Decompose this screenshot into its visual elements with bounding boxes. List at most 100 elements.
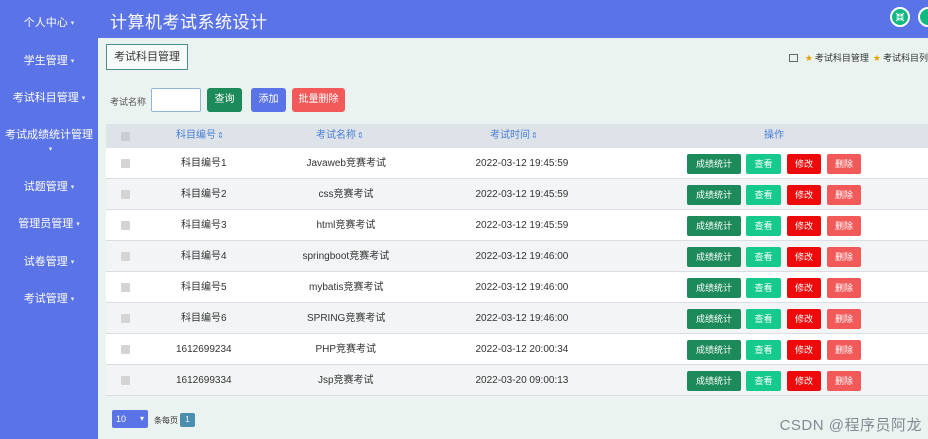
sidebar-item-questions[interactable]: 试题管理 ▾: [0, 180, 98, 195]
edit-button[interactable]: 修改: [787, 340, 821, 360]
view-button[interactable]: 查看: [746, 185, 781, 205]
column-header-time[interactable]: 考试时间⇕: [490, 124, 538, 148]
sort-icon: ⇕: [357, 131, 364, 140]
select-all-checkbox[interactable]: [121, 132, 130, 141]
view-button[interactable]: 查看: [746, 247, 781, 267]
cell-code: 科目编号6: [181, 313, 227, 324]
row-checkbox[interactable]: [121, 221, 130, 230]
cell-name: Jsp竞赛考试: [318, 375, 374, 386]
sidebar-item-papers[interactable]: 试卷管理 ▾: [0, 255, 98, 270]
delete-button[interactable]: 删除: [827, 340, 861, 360]
view-button[interactable]: 查看: [746, 371, 781, 391]
view-button[interactable]: 查看: [746, 309, 781, 329]
sidebar-item-scores[interactable]: 考试成绩统计管理 ▾: [0, 128, 98, 157]
column-header-code[interactable]: 科目编号⇕: [176, 124, 224, 148]
table-row: 科目编号3 html竞赛考试 2022-03-12 19:45:59 成绩统计 查看 修改…: [106, 210, 928, 241]
watermark: CSDN @程序员阿龙: [779, 417, 922, 434]
breadcrumb-item[interactable]: 考试科目管理: [815, 53, 869, 63]
home-icon[interactable]: [788, 54, 798, 62]
breadcrumb-item[interactable]: 考试科目列: [883, 53, 928, 63]
page-size-select[interactable]: 10 ▾: [112, 410, 148, 428]
cell-time: 2022-03-12 19:45:59: [475, 220, 569, 231]
stats-button[interactable]: 成绩统计: [687, 247, 741, 267]
cell-name: css竞赛考试: [318, 189, 374, 200]
stats-button[interactable]: 成绩统计: [687, 340, 741, 360]
view-button[interactable]: 查看: [746, 278, 781, 298]
cell-code: 科目编号2: [181, 189, 227, 200]
sidebar-item-label: 考试管理: [23, 293, 68, 305]
delete-button[interactable]: 删除: [827, 278, 861, 298]
chevron-down-icon: ▾: [48, 146, 53, 153]
query-button[interactable]: 查询: [207, 88, 242, 112]
user-icon[interactable]: [918, 7, 928, 27]
stats-button[interactable]: 成绩统计: [687, 371, 741, 391]
sort-icon: ⇕: [531, 131, 538, 140]
row-checkbox[interactable]: [121, 190, 130, 199]
cell-time: 2022-03-12 19:45:59: [475, 189, 569, 200]
sidebar-item-students[interactable]: 学生管理 ▾: [0, 54, 98, 69]
cell-time: 2022-03-12 19:45:59: [475, 158, 569, 169]
chevron-down-icon: ▾: [70, 20, 75, 27]
cell-code: 1612699334: [176, 375, 232, 386]
sidebar-item-profile[interactable]: 个人中心 ▾: [0, 16, 98, 31]
cell-name: PHP竞赛考试: [315, 344, 377, 355]
search-label: 考试名称: [110, 97, 147, 107]
main-content: 考试科目管理 ★ 考试科目管理 ★ 考试科目列 考试名称 查询 添加 批量删除 科目编…: [98, 38, 928, 439]
shrink-arrows-icon[interactable]: [890, 7, 910, 27]
view-button[interactable]: 查看: [746, 216, 781, 236]
row-checkbox[interactable]: [121, 376, 130, 385]
chevron-down-icon: ▾: [76, 221, 80, 228]
table-row: 科目编号2 css竞赛考试 2022-03-12 19:45:59 成绩统计 查看 修改删…: [106, 179, 928, 210]
delete-button[interactable]: 删除: [827, 247, 861, 267]
sidebar-item-label: 试题管理: [23, 181, 68, 193]
sidebar-item-admins[interactable]: 管理员管理 ▾: [0, 217, 98, 232]
sidebar-item-subjects[interactable]: 考试科目管理 ▾: [0, 91, 98, 106]
subjects-table: 科目编号⇕ 考试名称⇕ 考试时间⇕ 操作 科目编号1 Javaweb竞赛考试 202…: [106, 124, 928, 396]
delete-button[interactable]: 删除: [827, 371, 861, 391]
sidebar-item-label: 考试成绩统计管理: [5, 129, 93, 141]
page-number-button[interactable]: 1: [180, 413, 195, 427]
edit-button[interactable]: 修改: [787, 154, 821, 174]
chevron-down-icon: ▾: [70, 259, 75, 266]
cell-name: Javaweb竞赛考试: [306, 158, 386, 169]
edit-button[interactable]: 修改: [787, 371, 821, 391]
sidebar-item-label: 学生管理: [23, 55, 68, 67]
row-checkbox[interactable]: [121, 345, 130, 354]
add-button[interactable]: 添加: [251, 88, 286, 112]
sidebar-item-exams[interactable]: 考试管理 ▾: [0, 292, 98, 307]
star-icon: ★: [804, 53, 813, 63]
edit-button[interactable]: 修改: [787, 185, 821, 205]
column-header-name[interactable]: 考试名称⇕: [316, 124, 364, 148]
row-checkbox[interactable]: [121, 283, 130, 292]
table-row: 1612699234 PHP竞赛考试 2022-03-12 20:00:34 成绩统计…: [106, 334, 928, 365]
view-button[interactable]: 查看: [746, 154, 781, 174]
table-header: 科目编号⇕ 考试名称⇕ 考试时间⇕ 操作: [106, 124, 928, 148]
delete-button[interactable]: 删除: [827, 309, 861, 329]
edit-button[interactable]: 修改: [787, 216, 821, 236]
cell-code: 科目编号5: [181, 282, 227, 293]
chevron-down-icon: ▾: [139, 414, 144, 423]
view-button[interactable]: 查看: [746, 340, 781, 360]
delete-button[interactable]: 删除: [827, 216, 861, 236]
cell-time: 2022-03-12 20:00:34: [475, 344, 569, 355]
batch-delete-button[interactable]: 批量删除: [292, 88, 345, 112]
cell-time: 2022-03-12 19:46:00: [475, 313, 569, 324]
stats-button[interactable]: 成绩统计: [687, 185, 741, 205]
row-checkbox[interactable]: [121, 314, 130, 323]
stats-button[interactable]: 成绩统计: [687, 154, 741, 174]
stats-button[interactable]: 成绩统计: [687, 216, 741, 236]
edit-button[interactable]: 修改: [787, 278, 821, 298]
delete-button[interactable]: 删除: [827, 185, 861, 205]
delete-button[interactable]: 删除: [827, 154, 861, 174]
tab-subject-management[interactable]: 考试科目管理: [106, 44, 188, 70]
chevron-down-icon: ▾: [70, 184, 75, 191]
stats-button[interactable]: 成绩统计: [687, 278, 741, 298]
edit-button[interactable]: 修改: [787, 309, 821, 329]
exam-name-input[interactable]: [151, 88, 201, 112]
stats-button[interactable]: 成绩统计: [687, 309, 741, 329]
row-checkbox[interactable]: [121, 159, 130, 168]
row-checkbox[interactable]: [121, 252, 130, 261]
edit-button[interactable]: 修改: [787, 247, 821, 267]
star-icon: ★: [872, 53, 881, 63]
column-header-ops: 操作: [764, 130, 784, 141]
